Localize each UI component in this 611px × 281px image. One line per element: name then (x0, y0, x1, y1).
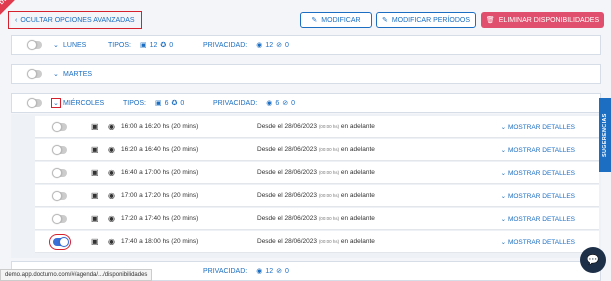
slot-row: ▣ ◉ 16:20 a 16:40 hs (20 mins) Desde el … (35, 139, 599, 161)
slot-time: 17:40 a 18:00 hs (20 mins) (121, 238, 199, 245)
day-row-monday: ⌄ LUNES TIPOS: ▣ 12 ✪ 0 PRIVACIDAD: ◉ 12… (11, 35, 601, 55)
toolbar: ‹ OCULTAR OPCIONES AVANZADAS ✎ MODIFICAR… (6, 10, 606, 30)
day-toggle[interactable] (27, 40, 42, 50)
show-details-link[interactable]: ⌄ MOSTRAR DETALLES (501, 238, 575, 246)
eye-icon: ◉ (108, 191, 115, 200)
slot-row: ▣ ◉ 17:00 a 17:20 hs (20 mins) Desde el … (35, 185, 599, 207)
slot-toggle[interactable] (52, 144, 67, 155)
slot-since: Desde el 28/06/2023 (00:00 hs) en adelan… (257, 123, 375, 130)
eye-icon: ◉ (108, 214, 115, 223)
slot-time: 16:00 a 16:20 hs (20 mins) (121, 123, 199, 130)
suggestions-tab[interactable]: SUGERENCIAS (599, 98, 611, 172)
chevron-left-icon: ‹ (15, 16, 18, 24)
hide-advanced-button[interactable]: ‹ OCULTAR OPCIONES AVANZADAS (8, 11, 142, 29)
day-toggle[interactable] (27, 69, 42, 79)
eye-off-icon: ⊘ (276, 42, 282, 49)
eye-icon: ◉ (108, 122, 115, 131)
slot-since: Desde el 28/06/2023 (00:00 hs) en adelan… (257, 146, 375, 153)
eye-icon: ◉ (256, 268, 263, 275)
trash-icon: 🗑 (485, 17, 495, 24)
calendar-icon[interactable]: ▣ (91, 168, 99, 177)
chat-bubble-icon[interactable]: 💬 (580, 247, 606, 273)
slot-row: ▣ ◉ 17:40 a 18:00 hs (20 mins) Desde el … (35, 231, 599, 253)
eye-icon: ◉ (108, 145, 115, 154)
show-details-link[interactable]: ⌄ MOSTRAR DETALLES (501, 192, 575, 200)
slot-toggle[interactable] (49, 233, 71, 250)
chevron-down-icon[interactable]: ⌄ (53, 41, 59, 49)
calendar-icon[interactable]: ▣ (91, 191, 99, 200)
day-label: MARTES (63, 70, 93, 78)
show-details-link[interactable]: ⌄ MOSTRAR DETALLES (501, 146, 575, 154)
modify-button[interactable]: ✎ MODIFICAR (300, 12, 372, 28)
slot-since: Desde el 28/06/2023 (00:00 hs) en adelan… (257, 192, 375, 199)
slot-time: 17:00 a 17:20 hs (20 mins) (121, 192, 199, 199)
privacy-info: PRIVACIDAD: ◉ 12 ⊘ 0 (203, 41, 289, 50)
modify-label: MODIFICAR (321, 16, 361, 24)
slot-since: Desde el 28/06/2023 (00:00 hs) en adelan… (257, 169, 375, 176)
star-badge-icon: ✪ (160, 42, 167, 49)
day-label: LUNES (63, 41, 87, 49)
calendar-icon: ▣ (154, 100, 162, 107)
day-toggle[interactable] (27, 98, 42, 108)
calendar-icon[interactable]: ▣ (91, 237, 99, 246)
delete-availabilities-button[interactable]: 🗑 ELIMINAR DISPONIBILIDADES (481, 12, 604, 28)
chevron-down-icon[interactable]: ⌄ (53, 70, 59, 78)
slot-toggle[interactable] (52, 121, 67, 132)
slot-toggle[interactable] (52, 167, 67, 178)
pencil-icon: ✎ (381, 17, 388, 24)
slot-since: Desde el 28/06/2023 (00:00 hs) en adelan… (257, 215, 375, 222)
tipos-info: TIPOS: ▣ 6 ✪ 0 (123, 99, 185, 108)
modify-periods-label: MODIFICAR PERÍODOS (391, 16, 471, 24)
slot-row: ▣ ◉ 16:40 a 17:00 hs (20 mins) Desde el … (35, 162, 599, 184)
slot-since: Desde el 28/06/2023 (00:00 hs) en adelan… (257, 238, 375, 245)
slot-row: ▣ ◉ 17:20 a 17:40 hs (20 mins) Desde el … (35, 208, 599, 230)
chevron-down-icon[interactable]: ⌄ (51, 98, 61, 108)
eye-icon: ◉ (256, 42, 263, 49)
day-row-wednesday: ⌄ MIÉRCOLES TIPOS: ▣ 6 ✪ 0 PRIVACIDAD: ◉… (11, 93, 601, 113)
eye-icon: ◉ (108, 237, 115, 246)
hide-advanced-label: OCULTAR OPCIONES AVANZADAS (20, 16, 135, 24)
tipos-info: TIPOS: ▣ 12 ✪ 0 (108, 41, 174, 50)
day-row-tuesday: ⌄ MARTES (11, 64, 601, 84)
slot-toggle[interactable] (52, 190, 67, 201)
star-badge-icon: ✪ (171, 100, 178, 107)
slot-time: 16:20 a 16:40 hs (20 mins) (121, 146, 199, 153)
privacy-info: PRIVACIDAD: ◉ 12 ⊘ 0 (203, 267, 289, 276)
eye-off-icon: ⊘ (282, 100, 289, 107)
status-url-bar: demo.app.docturno.com/#/agenda/.../dispo… (0, 269, 153, 281)
show-details-link[interactable]: ⌄ MOSTRAR DETALLES (501, 215, 575, 223)
eye-off-icon: ⊘ (276, 268, 282, 275)
calendar-icon: ▣ (139, 42, 147, 49)
privacy-info: PRIVACIDAD: ◉ 6 ⊘ 0 (213, 99, 296, 108)
slot-row: ▣ ◉ 16:00 a 16:20 hs (20 mins) Desde el … (35, 116, 599, 138)
eye-icon: ◉ (266, 100, 273, 107)
slot-toggle[interactable] (52, 213, 67, 224)
eye-icon: ◉ (108, 168, 115, 177)
delete-label: ELIMINAR DISPONIBILIDADES (498, 16, 600, 24)
modify-periods-button[interactable]: ✎ MODIFICAR PERÍODOS (376, 12, 476, 28)
pencil-icon: ✎ (311, 17, 318, 24)
show-details-link[interactable]: ⌄ MOSTRAR DETALLES (501, 169, 575, 177)
calendar-icon[interactable]: ▣ (91, 214, 99, 223)
calendar-icon[interactable]: ▣ (91, 145, 99, 154)
day-label: MIÉRCOLES (63, 99, 105, 107)
calendar-icon[interactable]: ▣ (91, 122, 99, 131)
slot-time: 17:20 a 17:40 hs (20 mins) (121, 215, 199, 222)
slot-time: 16:40 a 17:00 hs (20 mins) (121, 169, 199, 176)
slot-list: ▣ ◉ 16:00 a 16:20 hs (20 mins) Desde el … (11, 114, 601, 258)
show-details-link[interactable]: ⌄ MOSTRAR DETALLES (501, 123, 575, 131)
